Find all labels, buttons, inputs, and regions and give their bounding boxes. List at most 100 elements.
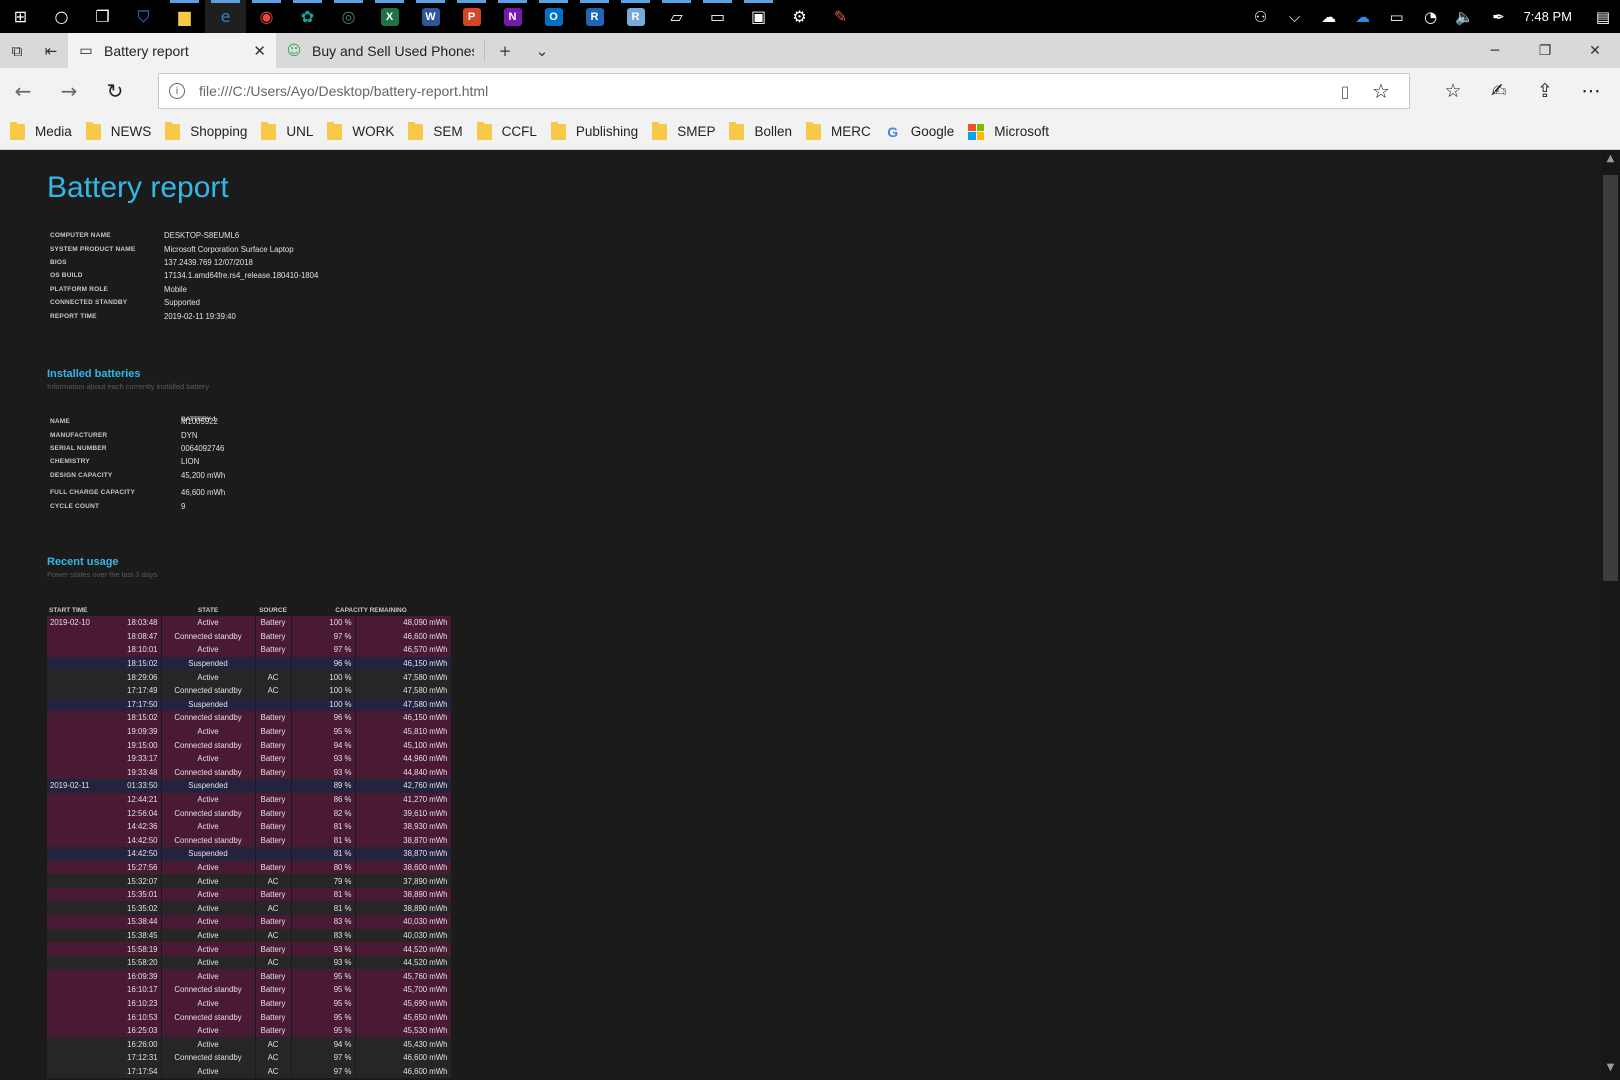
favorite-shopping[interactable]: Shopping	[165, 121, 247, 140]
table-row: 12:56:04 Connected standby Battery 82 % 39,6…	[47, 806, 452, 820]
wifi-icon[interactable]: ◔	[1414, 0, 1448, 33]
onedrive-white-icon[interactable]: ☁	[1312, 0, 1346, 33]
notifications-icon[interactable]: ▤	[1586, 0, 1620, 33]
system-info: COMPUTER NAME DESKTOP-S8EUML6 SYSTEM PRODU…	[50, 229, 318, 323]
system-tray: ⚇ ⌵ ☁ ☁ ▭ ◔ 🔈 ✒ 7:48 PM ▤	[1244, 0, 1620, 33]
info-key: COMPUTER NAME	[50, 232, 111, 240]
cell-start-time: 15:58:20	[47, 955, 162, 970]
volume-icon[interactable]: 🔈	[1448, 0, 1482, 33]
excel-icon[interactable]: X	[369, 0, 410, 33]
battery-icon[interactable]: ▭	[1380, 0, 1414, 33]
scroll-thumb[interactable]	[1603, 175, 1618, 581]
powerpoint-icon[interactable]: P	[451, 0, 492, 33]
cell-time: 14:42:50	[127, 849, 158, 859]
chrome-icon[interactable]: ◉	[246, 0, 287, 33]
show-aside-tabs-icon[interactable]: ⇤	[34, 33, 68, 68]
cell-time: 19:15:00	[127, 740, 158, 750]
store-icon[interactable]: ⛉	[123, 0, 164, 33]
table-row: 16:10:23 Active Battery 95 % 45,690 mWh	[47, 996, 452, 1011]
cell-time: 14:42:36	[127, 822, 158, 832]
favorite-work[interactable]: WORK	[327, 121, 394, 140]
outlook-icon[interactable]: O	[533, 0, 574, 33]
app-teal-glyph: ✿	[300, 7, 315, 26]
app-teal-icon[interactable]: ✿	[287, 0, 328, 33]
favorite-star-icon[interactable]: ☆	[1363, 79, 1399, 103]
tablet-icon[interactable]: ▱	[656, 0, 697, 33]
favorite-news[interactable]: NEWS	[85, 121, 151, 140]
onenote-glyph: N	[503, 7, 522, 26]
refresh-icon[interactable]: ↻	[92, 68, 138, 114]
r-icon[interactable]: R	[574, 0, 615, 33]
terminal-icon[interactable]: ▭	[697, 0, 738, 33]
favorite-smep[interactable]: SMEP	[652, 121, 716, 140]
tab-preview-chevron-icon[interactable]: ⌄	[525, 33, 559, 68]
url-input[interactable]	[199, 83, 1327, 99]
reading-view-icon[interactable]: ▯	[1327, 82, 1363, 101]
new-tab-icon[interactable]: +	[485, 33, 525, 68]
rstudio-icon[interactable]: R	[615, 0, 656, 33]
page-scrollbar[interactable]: ▲ ▼	[1601, 151, 1620, 1080]
scroll-up-icon[interactable]: ▲	[1601, 153, 1620, 169]
favorite-bollen[interactable]: Bollen	[729, 121, 792, 140]
cell-source: Battery	[255, 887, 292, 902]
tab-buy-sell-phones[interactable]: ☺ Buy and Sell Used Phones, I	[276, 33, 484, 68]
task-view-icon[interactable]: ❐	[82, 0, 123, 33]
favorite-label: SMEP	[677, 124, 716, 139]
tab-battery-report[interactable]: ▭ Battery report ✕	[68, 33, 276, 68]
minimize-icon[interactable]: ─	[1470, 33, 1520, 68]
favorite-microsoft[interactable]: Microsoft	[968, 123, 1049, 140]
device-icon[interactable]: ▣	[738, 0, 779, 33]
cell-capacity: 40,030 mWh	[355, 915, 452, 929]
cell-capacity: 38,890 mWh	[355, 887, 452, 902]
onenote-icon[interactable]: N	[492, 0, 533, 33]
favorite-label: Google	[910, 124, 955, 139]
onedrive-blue-icon[interactable]: ☁	[1346, 0, 1380, 33]
favorite-ccfl[interactable]: CCFL	[476, 121, 537, 140]
file-explorer-icon[interactable]: ▆	[164, 0, 205, 33]
close-window-icon[interactable]: ✕	[1570, 33, 1620, 68]
close-tab-icon[interactable]: ✕	[253, 42, 266, 60]
clock[interactable]: 7:48 PM	[1516, 9, 1586, 24]
info-row: MANUFACTURER DYN	[50, 428, 225, 441]
cell-time: 15:27:56	[127, 862, 158, 872]
web-note-icon[interactable]: ✍	[1476, 80, 1522, 102]
cell-time: 15:35:02	[127, 903, 158, 913]
paint-icon[interactable]: ✎	[820, 0, 861, 33]
settings-icon[interactable]: ⚙	[779, 0, 820, 33]
cortana-icon[interactable]: ○	[41, 0, 82, 33]
share-icon[interactable]: ⇪	[1522, 80, 1568, 102]
table-row: 19:09:39 Active Battery 95 % 45,810 mWh	[47, 724, 452, 739]
pen-icon[interactable]: ✒	[1482, 0, 1516, 33]
tabs-aside-icon[interactable]: ⧉	[0, 33, 34, 68]
cell-source: AC	[255, 955, 292, 970]
forward-icon[interactable]: →	[46, 68, 92, 114]
info-row: SERIAL NUMBER 0064092746	[50, 442, 225, 455]
folder-icon	[408, 121, 424, 140]
cell-start-time: 16:09:39	[47, 969, 162, 984]
scroll-down-icon[interactable]: ▼	[1601, 1062, 1620, 1078]
favorites-hub-icon[interactable]: ☆	[1430, 80, 1476, 102]
restore-icon[interactable]: ❐	[1520, 33, 1570, 68]
table-row: 16:25:03 Active Battery 95 % 45,530 mWh	[47, 1023, 452, 1038]
favorite-sem[interactable]: SEM	[408, 121, 463, 140]
favorite-media[interactable]: Media	[10, 121, 72, 140]
app-green-icon[interactable]: ◎	[328, 0, 369, 33]
info-value: Mobile	[164, 284, 187, 294]
favorite-publishing[interactable]: Publishing	[550, 121, 638, 140]
favorite-google[interactable]: G Google	[885, 124, 955, 140]
edge-icon[interactable]: e	[205, 0, 246, 33]
cell-start-time: 19:09:39	[47, 724, 162, 739]
chrome-glyph: ◉	[259, 7, 274, 26]
people-icon[interactable]: ⚇	[1244, 0, 1278, 33]
word-icon[interactable]: W	[410, 0, 451, 33]
back-icon[interactable]: ←	[0, 68, 46, 114]
table-row: 18:10:01 Active Battery 97 % 46,570 mWh	[47, 643, 452, 657]
info-icon[interactable]: i	[169, 83, 185, 99]
favorite-unl[interactable]: UNL	[261, 121, 313, 140]
address-bar[interactable]: i ▯ ☆	[158, 73, 1410, 109]
favorite-merc[interactable]: MERC	[805, 121, 871, 140]
info-row: CONNECTED STANDBY Supported	[50, 296, 318, 309]
more-icon[interactable]: ⋯	[1568, 80, 1614, 102]
start-icon[interactable]: ⊞	[0, 0, 41, 33]
chevron-up-icon[interactable]: ⌵	[1278, 0, 1312, 33]
